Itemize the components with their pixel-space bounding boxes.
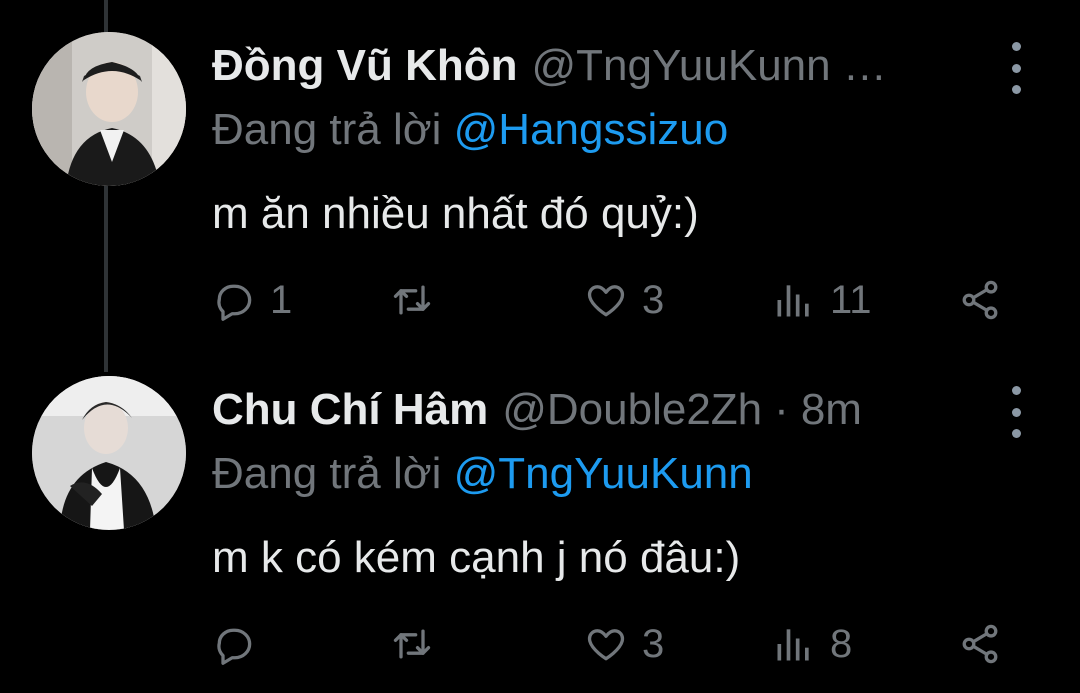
views-icon [777, 629, 809, 661]
tweet-actions: 1 3 11 [212, 274, 1032, 326]
retweet-icon [393, 285, 431, 315]
more-options-icon[interactable] [1004, 42, 1028, 94]
avatar[interactable] [32, 376, 186, 530]
reply-icon [217, 284, 252, 321]
tweet-actions: 3 8 [212, 618, 1032, 670]
retweet-button[interactable] [390, 274, 448, 326]
separator-dot: · [774, 385, 789, 434]
like-button[interactable]: 3 [584, 618, 664, 670]
avatar[interactable] [32, 32, 186, 186]
retweet-button[interactable] [390, 618, 448, 670]
retweet-icon [393, 629, 431, 659]
share-button[interactable] [958, 618, 1002, 670]
reply-icon [217, 628, 252, 665]
like-button[interactable]: 3 [584, 274, 664, 326]
tweet-text: m k có kém cạnh j nó đâu:) [212, 533, 741, 582]
replying-to: Đang trả lời @Hangssizuo [212, 102, 728, 158]
more-options-icon[interactable] [1004, 386, 1028, 438]
user-handle[interactable]: @TngYuuKunn … [532, 36, 887, 96]
mention-link[interactable]: @TngYuuKunn [454, 449, 753, 498]
view-count: 8 [830, 621, 853, 666]
reply-button[interactable]: 1 [212, 274, 292, 326]
share-icon [962, 280, 998, 320]
share-icon [962, 624, 998, 664]
user-handle[interactable]: @Double2Zh [502, 380, 762, 440]
reply-count: 1 [270, 277, 293, 322]
replying-to-label: Đang trả lời [212, 449, 442, 498]
tweet-text: m ăn nhiều nhất đó quỷ:) [212, 189, 699, 238]
views-button[interactable]: 11 [772, 274, 872, 326]
replying-to-label: Đang trả lời [212, 105, 442, 154]
tweet[interactable]: Chu Chí Hâm @Double2Zh · 8m Đang trả lời… [0, 372, 1080, 693]
like-icon [587, 285, 625, 317]
mention-link[interactable]: @Hangssizuo [454, 105, 729, 154]
tweet-header: Đồng Vũ Khôn @TngYuuKunn … [212, 36, 1020, 96]
timestamp[interactable]: 8m [801, 380, 862, 440]
reply-button[interactable] [212, 618, 270, 670]
display-name[interactable]: Đồng Vũ Khôn [212, 36, 518, 96]
replying-to: Đang trả lời @TngYuuKunn [212, 446, 753, 502]
like-count: 3 [642, 621, 665, 666]
views-button[interactable]: 8 [772, 618, 852, 670]
share-button[interactable] [958, 274, 1002, 326]
view-count: 11 [830, 277, 872, 322]
views-icon [777, 285, 809, 317]
like-icon [587, 629, 625, 661]
tweet[interactable]: Đồng Vũ Khôn @TngYuuKunn … Đang trả lời … [0, 0, 1080, 372]
like-count: 3 [642, 277, 665, 322]
display-name[interactable]: Chu Chí Hâm [212, 380, 488, 440]
tweet-header: Chu Chí Hâm @Double2Zh · 8m [212, 380, 1020, 440]
